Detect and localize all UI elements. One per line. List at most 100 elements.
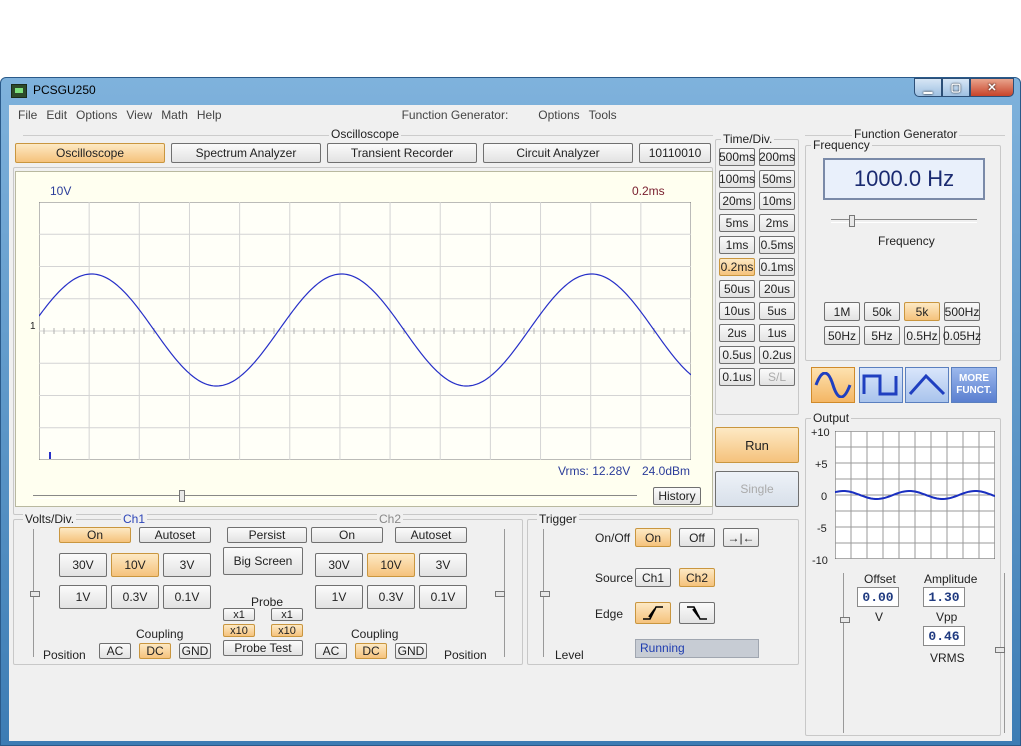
timediv-button-500ms[interactable]: 500ms [719, 148, 755, 166]
ch1-autoset-button[interactable]: Autoset [139, 527, 211, 543]
timediv-button-S/L[interactable]: S/L [759, 368, 795, 386]
ch1-ac-button[interactable]: AC [99, 643, 131, 659]
close-button[interactable]: ✕ [970, 78, 1014, 97]
ch1-position-thumb[interactable] [30, 591, 40, 597]
ch2-gnd-button[interactable]: GND [395, 643, 427, 659]
amplitude-slider[interactable] [991, 573, 1005, 733]
menu-math[interactable]: Math [161, 108, 188, 122]
timediv-button-100ms[interactable]: 100ms [719, 170, 755, 188]
offset-slider[interactable] [840, 573, 857, 733]
run-button[interactable]: Run [715, 427, 799, 463]
menu-options[interactable]: Options [76, 108, 117, 122]
ch2-probe-x1-button[interactable]: x1 [271, 608, 303, 621]
big-screen-button[interactable]: Big Screen [223, 547, 303, 575]
mode-transient-recorder-button[interactable]: Transient Recorder [327, 143, 477, 163]
trigger-center-button[interactable]: →|← [723, 528, 759, 547]
triangle-wave-button[interactable] [905, 367, 949, 403]
ch2-position-slider[interactable] [491, 529, 505, 657]
ch2-dc-button[interactable]: DC [355, 643, 387, 659]
persist-button[interactable]: Persist [227, 527, 307, 543]
ch2-position-thumb[interactable] [495, 591, 505, 597]
timediv-button-0.1ms[interactable]: 0.1ms [759, 258, 795, 276]
timediv-button-1ms[interactable]: 1ms [719, 236, 755, 254]
timediv-button-20ms[interactable]: 20ms [719, 192, 755, 210]
timediv-button-1us[interactable]: 1us [759, 324, 795, 342]
frequency-range-50Hz[interactable]: 50Hz [824, 326, 860, 345]
amplitude-value[interactable]: 1.30 [923, 587, 965, 607]
binary-code-button[interactable]: 10110010 [639, 143, 711, 163]
ch1-range-1V[interactable]: 1V [59, 585, 107, 609]
ch2-autoset-button[interactable]: Autoset [395, 527, 467, 543]
probe-test-button[interactable]: Probe Test [223, 640, 303, 656]
single-button[interactable]: Single [715, 471, 799, 507]
mode-oscilloscope-button[interactable]: Oscilloscope [15, 143, 165, 163]
trigger-level-thumb[interactable] [540, 591, 550, 597]
menu-edit[interactable]: Edit [46, 108, 67, 122]
timediv-button-10us[interactable]: 10us [719, 302, 755, 320]
history-slider[interactable] [33, 490, 637, 502]
ch1-position-slider[interactable] [30, 529, 47, 657]
frequency-range-1M[interactable]: 1M [824, 302, 860, 321]
ch1-on-button[interactable]: On [59, 527, 131, 543]
trigger-source-ch1-button[interactable]: Ch1 [635, 568, 671, 587]
ch1-dc-button[interactable]: DC [139, 643, 171, 659]
timediv-button-50us[interactable]: 50us [719, 280, 755, 298]
timediv-button-5ms[interactable]: 5ms [719, 214, 755, 232]
timediv-button-2ms[interactable]: 2ms [759, 214, 795, 232]
menu-help[interactable]: Help [197, 108, 222, 122]
ch2-ac-button[interactable]: AC [315, 643, 347, 659]
timediv-button-0.2us[interactable]: 0.2us [759, 346, 795, 364]
ch1-range-3V[interactable]: 3V [163, 553, 211, 577]
ch1-range-10V[interactable]: 10V [111, 553, 159, 577]
ch2-range-1V[interactable]: 1V [315, 585, 363, 609]
trigger-on-button[interactable]: On [635, 528, 671, 547]
timediv-button-5us[interactable]: 5us [759, 302, 795, 320]
rising-edge-button[interactable] [635, 602, 671, 624]
timediv-button-0.5ms[interactable]: 0.5ms [759, 236, 795, 254]
timediv-button-0.5us[interactable]: 0.5us [719, 346, 755, 364]
menu-fg-tools[interactable]: Tools [589, 108, 617, 122]
history-slider-thumb[interactable] [179, 490, 185, 502]
timediv-button-10ms[interactable]: 10ms [759, 192, 795, 210]
ch1-gnd-button[interactable]: GND [179, 643, 211, 659]
frequency-range-5Hz[interactable]: 5Hz [864, 326, 900, 345]
ch1-probe-x10-button[interactable]: x10 [223, 624, 255, 637]
frequency-range-0.5Hz[interactable]: 0.5Hz [904, 326, 940, 345]
amplitude-slider-thumb[interactable] [995, 647, 1005, 653]
more-functions-button[interactable]: MORE FUNCT. [951, 367, 997, 403]
frequency-slider-thumb[interactable] [849, 215, 855, 227]
frequency-slider[interactable] [831, 215, 977, 227]
ch1-probe-x1-button[interactable]: x1 [223, 608, 255, 621]
square-wave-button[interactable] [859, 367, 903, 403]
timediv-button-2us[interactable]: 2us [719, 324, 755, 342]
trigger-off-button[interactable]: Off [679, 528, 715, 547]
mode-circuit-analyzer-button[interactable]: Circuit Analyzer [483, 143, 633, 163]
ch2-range-10V[interactable]: 10V [367, 553, 415, 577]
falling-edge-button[interactable] [679, 602, 715, 624]
menu-view[interactable]: View [126, 108, 152, 122]
ch2-range-0.3V[interactable]: 0.3V [367, 585, 415, 609]
mode-spectrum-analyzer-button[interactable]: Spectrum Analyzer [171, 143, 321, 163]
ch2-probe-x10-button[interactable]: x10 [271, 624, 303, 637]
frequency-range-50k[interactable]: 50k [864, 302, 900, 321]
frequency-range-500Hz[interactable]: 500Hz [944, 302, 980, 321]
ch2-on-button[interactable]: On [311, 527, 383, 543]
ch1-range-0.1V[interactable]: 0.1V [163, 585, 211, 609]
scope-screen[interactable] [39, 202, 691, 460]
frequency-range-0.05Hz[interactable]: 0.05Hz [943, 326, 981, 345]
ch1-range-0.3V[interactable]: 0.3V [111, 585, 159, 609]
menu-fg-options[interactable]: Options [538, 108, 579, 122]
timediv-button-200ms[interactable]: 200ms [759, 148, 795, 166]
trigger-source-ch2-button[interactable]: Ch2 [679, 568, 715, 587]
menu-file[interactable]: File [18, 108, 37, 122]
history-button[interactable]: History [653, 487, 701, 505]
sine-wave-button[interactable] [811, 367, 855, 403]
ch2-range-0.1V[interactable]: 0.1V [419, 585, 467, 609]
offset-slider-thumb[interactable] [840, 617, 850, 623]
minimize-button[interactable]: ▁ [914, 78, 942, 97]
timediv-button-0.1us[interactable]: 0.1us [719, 368, 755, 386]
maximize-button[interactable]: ▢ [942, 78, 970, 97]
timediv-button-0.2ms[interactable]: 0.2ms [719, 258, 755, 276]
ch2-range-3V[interactable]: 3V [419, 553, 467, 577]
ch1-range-30V[interactable]: 30V [59, 553, 107, 577]
